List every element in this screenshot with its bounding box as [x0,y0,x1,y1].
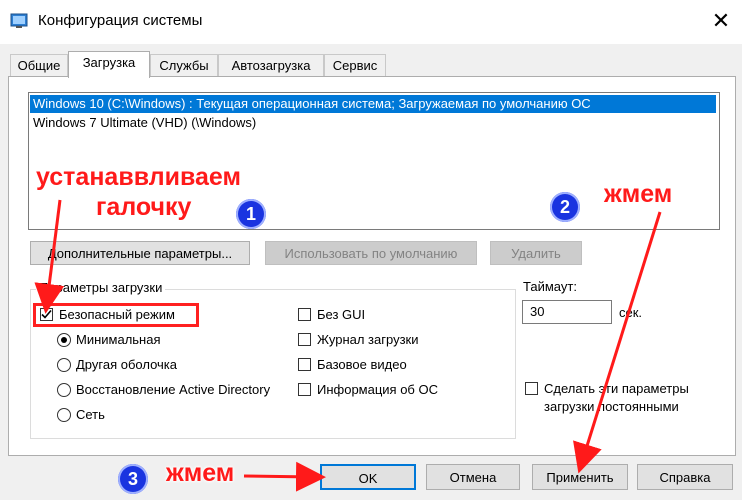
arrow-to-apply [573,211,662,474]
tab-boot[interactable]: Загрузка [68,51,150,78]
arrow-to-ok [243,461,326,492]
arrow-to-safe-boot [34,199,65,314]
